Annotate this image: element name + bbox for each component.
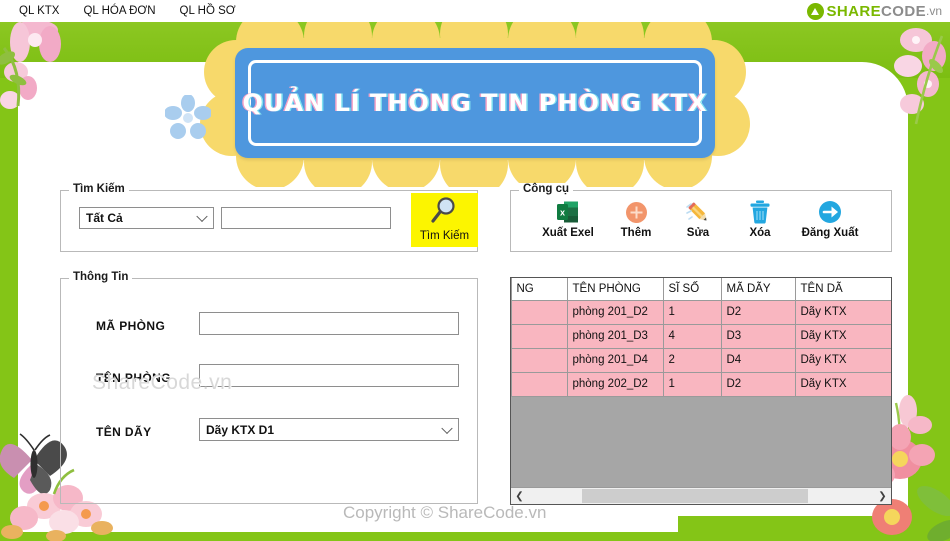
search-field-select-value: Tất Cả — [86, 211, 123, 225]
sharecode-logo-icon — [806, 2, 824, 20]
ten-day-select-value: Dãy KTX D1 — [206, 422, 275, 437]
logout-arrow-icon — [818, 199, 842, 225]
tools-group: Công cụ x Xuất Exel Thêm Sửa Xóa Đăng Xu… — [510, 183, 892, 252]
edit-button[interactable]: Sửa — [665, 199, 731, 239]
page-title: QUẢN LÍ THÔNG TIN PHÒNG KTX — [242, 89, 708, 117]
info-group-title: Thông Tin — [69, 271, 133, 283]
search-group-title: Tìm Kiếm — [69, 183, 129, 195]
title-banner: QUẢN LÍ THÔNG TIN PHÒNG KTX — [200, 12, 750, 187]
logo-text-code: CODE — [881, 2, 926, 20]
cell-ma-day[interactable]: D3 — [721, 324, 796, 349]
col-header-ten-day[interactable]: TÊN DÃ — [795, 278, 891, 301]
ma-phong-label: MÃ PHÒNG — [96, 319, 166, 333]
menu-item-ql-ho-so[interactable]: QL HỒ SƠ — [171, 3, 245, 19]
rooms-data-grid[interactable]: NG TÊN PHÒNG SĨ SỐ MÃ DÃY TÊN DÃ ▶ phòng… — [510, 277, 892, 505]
grid-scroll-area: NG TÊN PHÒNG SĨ SỐ MÃ DÃY TÊN DÃ ▶ phòng… — [511, 278, 891, 487]
magnifier-icon — [430, 196, 460, 229]
ten-phong-input[interactable] — [199, 364, 459, 387]
search-input[interactable] — [221, 207, 391, 229]
cell-ten-phong[interactable]: phòng 202_D2 — [567, 372, 664, 397]
excel-icon: x — [557, 199, 579, 225]
logo-text-vn: .vn — [925, 4, 942, 18]
col-header-ten-phong[interactable]: TÊN PHÒNG — [567, 278, 664, 301]
title-box-inner-border: QUẢN LÍ THÔNG TIN PHÒNG KTX — [243, 60, 706, 146]
cell-ma-day[interactable]: D2 — [721, 372, 796, 397]
cell-ten-day[interactable]: Dãy KTX — [795, 372, 891, 397]
cell-ma-phong[interactable] — [511, 348, 568, 373]
cell-si-so[interactable]: 4 — [663, 324, 722, 349]
blue-flower-icon — [164, 94, 212, 146]
plus-circle-icon — [625, 199, 648, 225]
cell-ma-phong[interactable] — [511, 372, 568, 397]
table-header-row: NG TÊN PHÒNG SĨ SỐ MÃ DÃY TÊN DÃ — [511, 278, 891, 301]
cell-ten-phong[interactable]: phòng 201_D3 — [567, 324, 664, 349]
application-window: QL KTX QL HÓA ĐƠN QL HỒ SƠ SHARE CODE .v… — [0, 0, 950, 541]
cell-si-so[interactable]: 1 — [663, 300, 722, 325]
cell-ten-day[interactable]: Dãy KTX — [795, 300, 891, 325]
rooms-table: NG TÊN PHÒNG SĨ SỐ MÃ DÃY TÊN DÃ ▶ phòng… — [511, 278, 891, 397]
delete-button[interactable]: Xóa — [727, 199, 793, 239]
cell-ma-day[interactable]: D4 — [721, 348, 796, 373]
search-button[interactable]: Tìm Kiếm — [411, 193, 478, 247]
svg-text:x: x — [560, 208, 565, 218]
watermark-info-panel: ShareCode.vn — [92, 371, 233, 394]
cell-si-so[interactable]: 2 — [663, 348, 722, 373]
col-header-si-so[interactable]: SĨ SỐ — [663, 278, 722, 301]
pencil-icon — [685, 199, 711, 225]
scrollbar-track[interactable] — [528, 488, 874, 504]
menu-item-ql-hoa-don[interactable]: QL HÓA ĐƠN — [74, 3, 164, 19]
logout-label: Đăng Xuất — [801, 227, 859, 239]
col-header-ma-day[interactable]: MÃ DÃY — [721, 278, 796, 301]
table-row[interactable]: phòng 201_D4 2 D4 Dãy KTX — [511, 348, 891, 373]
cell-ma-phong[interactable] — [511, 324, 568, 349]
sharecode-logo: SHARE CODE .vn — [806, 1, 942, 21]
title-box: QUẢN LÍ THÔNG TIN PHÒNG KTX — [235, 48, 715, 158]
trash-icon — [749, 199, 771, 225]
scrollbar-thumb[interactable] — [582, 489, 808, 503]
chevron-right-icon[interactable]: ❯ — [874, 488, 891, 504]
add-button[interactable]: Thêm — [603, 199, 669, 239]
delete-label: Xóa — [749, 227, 771, 239]
cell-ten-day[interactable]: Dãy KTX — [795, 324, 891, 349]
cell-ten-phong[interactable]: phòng 201_D4 — [567, 348, 664, 373]
ten-day-label: TÊN DÃY — [96, 425, 152, 439]
add-label: Thêm — [620, 227, 652, 239]
cell-ten-phong[interactable]: phòng 201_D2 — [567, 300, 664, 325]
col-header-ma-phong[interactable]: NG — [511, 278, 568, 301]
edit-label: Sửa — [686, 227, 710, 239]
logout-button[interactable]: Đăng Xuất — [797, 199, 863, 239]
logo-text-share: SHARE — [826, 2, 882, 20]
ten-day-select[interactable]: Dãy KTX D1 — [199, 418, 459, 441]
ma-phong-input[interactable] — [199, 312, 459, 335]
chevron-down-icon — [196, 210, 208, 223]
menu-item-ql-ktx[interactable]: QL KTX — [10, 3, 68, 19]
search-field-select[interactable]: Tất Cả — [79, 207, 214, 229]
table-row[interactable]: ▶ phòng 201_D2 1 D2 Dãy KTX — [511, 300, 891, 325]
cell-si-so[interactable]: 1 — [663, 372, 722, 397]
cell-ten-day[interactable]: Dãy KTX — [795, 348, 891, 373]
table-row[interactable]: phòng 202_D2 1 D2 Dãy KTX — [511, 372, 891, 397]
watermark-copyright: Copyright © ShareCode.vn — [343, 503, 547, 522]
tools-group-title: Công cụ — [519, 183, 573, 195]
chevron-down-icon — [441, 422, 453, 434]
grid-horizontal-scrollbar[interactable]: ❮ ❯ — [511, 487, 891, 504]
chevron-left-icon[interactable]: ❮ — [511, 488, 528, 504]
table-row[interactable]: phòng 201_D3 4 D3 Dãy KTX — [511, 324, 891, 349]
export-excel-label: Xuất Exel — [542, 227, 594, 239]
search-button-label: Tìm Kiếm — [419, 230, 470, 242]
export-excel-button[interactable]: x Xuất Exel — [535, 199, 601, 239]
cell-ma-day[interactable]: D2 — [721, 300, 796, 325]
cell-ma-phong[interactable] — [511, 300, 568, 325]
